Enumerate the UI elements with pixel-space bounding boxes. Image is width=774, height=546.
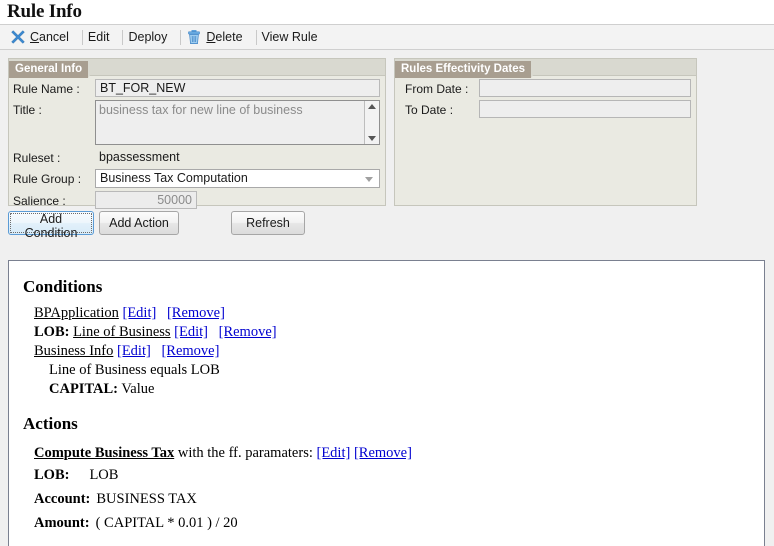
rule-name-input[interactable] (95, 79, 380, 97)
to-date-row: To Date : (399, 100, 692, 118)
action-remove-link[interactable]: [Remove] (354, 445, 412, 461)
toolbar: Cancel Edit Deploy Delete View Rule (0, 24, 774, 50)
salience-label: Salience : (13, 194, 66, 208)
condition-prefix: LOB: (34, 324, 70, 340)
to-date-label: To Date : (405, 103, 454, 117)
action-parameter-row: Account: BUSINESS TAX (9, 487, 764, 511)
ruleset-row: Ruleset : (13, 148, 381, 166)
chevron-down-icon[interactable] (365, 177, 373, 182)
condition-edit-link[interactable]: [Edit] (117, 343, 151, 359)
action-edit-link[interactable]: [Edit] (317, 445, 351, 461)
condition-edit-link[interactable]: [Edit] (174, 324, 208, 340)
action-name[interactable]: Compute Business Tax (34, 445, 174, 461)
salience-input[interactable] (95, 191, 197, 209)
title-textarea-wrap: business tax for new line of business (95, 100, 380, 145)
action-parameter-row: LOB: LOB (9, 463, 764, 487)
condition-row: Business Info [Edit] [Remove] (9, 342, 764, 361)
ruleset-value (95, 148, 380, 166)
toolbar-separator (180, 29, 182, 45)
general-info-panel: General Info Rule Name : Title : busines… (8, 58, 386, 209)
parameter-value: LOB (89, 467, 119, 483)
scroll-up-icon[interactable] (368, 104, 376, 109)
condition-detail-text: Value (121, 381, 155, 397)
add-action-button[interactable]: Add Action (99, 211, 179, 235)
edit-label: Edit (87, 30, 110, 44)
trash-icon (186, 29, 202, 45)
effectivity-dates-tabline: Rules Effectivity Dates (395, 59, 696, 78)
rule-group-select[interactable]: Business Tax Computation (95, 169, 380, 188)
cancel-label: Cancel (30, 30, 69, 44)
from-date-row: From Date : (399, 79, 692, 97)
condition-detail-text: Line of Business equals LOB (49, 362, 220, 378)
title-scrollbar[interactable] (364, 101, 379, 144)
condition-remove-link[interactable]: [Remove] (167, 305, 225, 321)
rule-name-row: Rule Name : (13, 79, 381, 97)
general-info-tabline: General Info (9, 59, 385, 78)
toolbar-separator (81, 29, 83, 45)
effectivity-dates-panel: Rules Effectivity Dates From Date : To D… (394, 58, 697, 206)
condition-row: BPApplication [Edit] [Remove] (9, 304, 764, 323)
deploy-label: Deploy (128, 30, 168, 44)
rule-group-row: Rule Group : Business Tax Computation (13, 169, 381, 188)
actions-heading: Actions (23, 414, 78, 433)
panels-row: General Info Rule Name : Title : busines… (0, 54, 774, 209)
rule-group-label: Rule Group : (13, 172, 82, 186)
title-textarea[interactable]: business tax for new line of business (96, 101, 364, 144)
parameter-value: BUSINESS TAX (96, 491, 197, 507)
to-date-input[interactable] (479, 100, 691, 118)
condition-row: LOB: Line of Business [Edit] [Remove] (9, 323, 764, 342)
view-rule-button[interactable]: View Rule (260, 25, 328, 49)
condition-remove-link[interactable]: [Remove] (161, 343, 219, 359)
condition-edit-link[interactable]: [Edit] (123, 305, 157, 321)
parameter-key: Amount: (34, 515, 90, 531)
parameter-key: LOB: (34, 467, 70, 483)
action-row: Compute Business Tax with the ff. parama… (9, 444, 764, 463)
effectivity-dates-tab-label: Rules Effectivity Dates (395, 61, 544, 78)
condition-detail-line: Line of Business equals LOB (9, 361, 764, 380)
page-title: Rule Info (0, 0, 774, 24)
condition-name[interactable]: BPApplication (34, 305, 119, 321)
parameter-value: ( CAPITAL * 0.01 ) / 20 (95, 515, 238, 531)
delete-label: Delete (206, 30, 243, 44)
general-info-body: Rule Name : Title : business tax for new… (9, 76, 385, 209)
action-parameter-row: Amount: ( CAPITAL * 0.01 ) / 20 (9, 511, 764, 535)
rule-detail-panel: Conditions BPApplication [Edit] [Remove]… (8, 260, 765, 546)
condition-detail-line: CAPITAL: Value (9, 380, 764, 399)
refresh-button[interactable]: Refresh (231, 211, 305, 235)
from-date-label: From Date : (405, 82, 469, 96)
edit-button[interactable]: Edit (86, 25, 120, 49)
parameter-key: Account: (34, 491, 91, 507)
action-suffix: with the ff. paramaters: (177, 445, 313, 461)
ruleset-label: Ruleset : (13, 151, 61, 165)
condition-detail-key: CAPITAL: (49, 381, 119, 397)
general-info-tab-label: General Info (9, 61, 102, 78)
salience-row: Salience : (13, 191, 381, 209)
condition-name[interactable]: Line of Business (73, 324, 170, 340)
effectivity-dates-body: From Date : To Date : (395, 76, 696, 118)
deploy-button[interactable]: Deploy (126, 25, 177, 49)
toolbar-separator (255, 29, 257, 45)
view-rule-label: View Rule (261, 30, 318, 44)
title-row: Title : business tax for new line of bus… (13, 100, 381, 145)
toolbar-separator (122, 29, 124, 45)
condition-remove-link[interactable]: [Remove] (219, 324, 277, 340)
delete-button[interactable]: Delete (184, 25, 252, 49)
title-label: Title : (13, 103, 42, 117)
action-button-row: Add Condition Add Action Refresh (0, 211, 774, 241)
add-condition-button[interactable]: Add Condition (8, 211, 94, 240)
condition-name[interactable]: Business Info (34, 343, 113, 359)
rule-name-label: Rule Name : (13, 82, 80, 96)
from-date-input[interactable] (479, 79, 691, 97)
rule-group-value: Business Tax Computation (100, 171, 248, 185)
scroll-down-icon[interactable] (368, 136, 376, 141)
close-x-icon (10, 29, 26, 45)
cancel-button[interactable]: Cancel (8, 25, 79, 49)
conditions-heading: Conditions (23, 277, 103, 296)
